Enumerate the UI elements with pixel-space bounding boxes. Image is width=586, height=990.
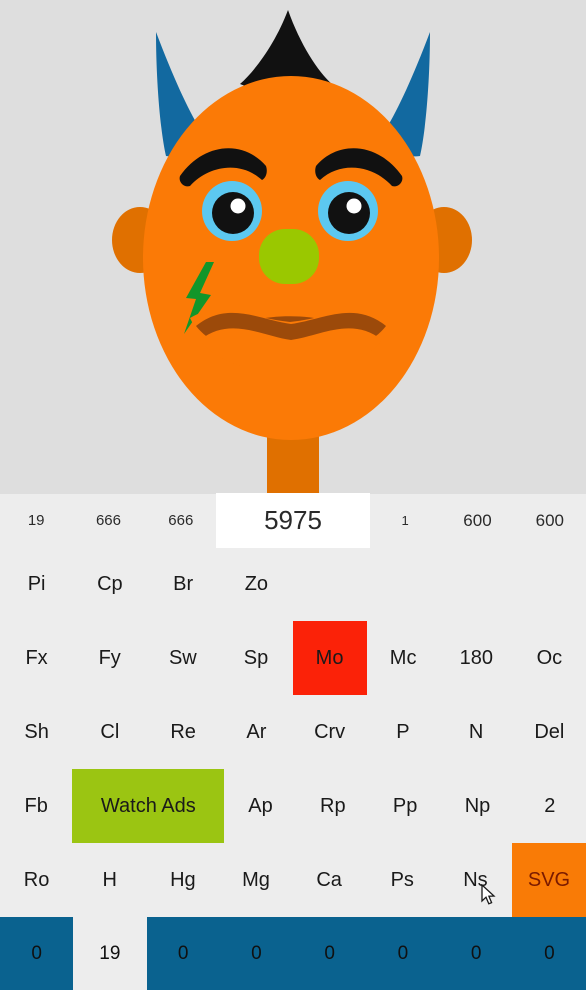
eye-left-pupil	[212, 192, 254, 234]
button-pp[interactable]: Pp	[369, 769, 441, 843]
avatar-canvas[interactable]	[0, 0, 586, 494]
button-sp[interactable]: Sp	[219, 621, 292, 695]
value-cell-5[interactable]: 600	[441, 494, 513, 547]
angry-monster-face-icon	[112, 10, 472, 494]
bottom-cell-6[interactable]: 0	[439, 917, 513, 990]
button-re[interactable]: Re	[147, 695, 220, 769]
control-panel: 19 666 666 5975 1 600 600 Pi Cp Br Zo Fx…	[0, 494, 586, 917]
button-zo[interactable]: Zo	[220, 547, 293, 621]
value-cell-1[interactable]: 666	[72, 494, 144, 547]
button-180[interactable]: 180	[440, 621, 513, 695]
button-fx[interactable]: Fx	[0, 621, 73, 695]
button-2[interactable]: 2	[514, 769, 586, 843]
row-pi: Pi Cp Br Zo	[0, 547, 586, 621]
bottom-status-bar: 0 19 0 0 0 0 0 0	[0, 917, 586, 990]
eye-right-highlight	[346, 198, 362, 214]
button-rp[interactable]: Rp	[297, 769, 369, 843]
button-crv[interactable]: Crv	[293, 695, 366, 769]
button-fy[interactable]: Fy	[73, 621, 146, 695]
main-value-input[interactable]: 5975	[216, 494, 369, 547]
button-del[interactable]: Del	[513, 695, 586, 769]
bottom-cell-5[interactable]: 0	[366, 917, 440, 990]
svg-button[interactable]: SVG	[511, 843, 586, 917]
button-sh[interactable]: Sh	[0, 695, 73, 769]
button-np[interactable]: Np	[441, 769, 513, 843]
button-fb[interactable]: Fb	[0, 769, 72, 843]
button-ps[interactable]: Ps	[366, 843, 439, 917]
button-ap[interactable]: Ap	[224, 769, 296, 843]
bottom-cell-4[interactable]: 0	[293, 917, 367, 990]
app-root: 19 666 666 5975 1 600 600 Pi Cp Br Zo Fx…	[0, 0, 586, 990]
button-ca[interactable]: Ca	[293, 843, 366, 917]
button-cp[interactable]: Cp	[73, 547, 146, 621]
button-ro[interactable]: Ro	[0, 843, 73, 917]
button-p[interactable]: P	[366, 695, 439, 769]
eye-right-pupil	[328, 192, 370, 234]
button-mg[interactable]: Mg	[219, 843, 292, 917]
bottom-cell-1[interactable]: 19	[73, 917, 147, 990]
bottom-cell-2[interactable]: 0	[146, 917, 220, 990]
value-row: 19 666 666 5975 1 600 600	[0, 494, 586, 547]
button-ar[interactable]: Ar	[220, 695, 293, 769]
button-hg[interactable]: Hg	[146, 843, 219, 917]
button-ns[interactable]: Ns	[439, 843, 512, 917]
bottom-cell-3[interactable]: 0	[219, 917, 293, 990]
button-h[interactable]: H	[73, 843, 146, 917]
bottom-cell-7[interactable]: 0	[512, 917, 586, 990]
row-fx: Fx Fy Sw Sp Mo Mc 180 Oc	[0, 621, 586, 695]
eye-left-highlight	[230, 198, 246, 214]
button-pi[interactable]: Pi	[0, 547, 73, 621]
row-ro: Ro H Hg Mg Ca Ps Ns SVG	[0, 843, 586, 917]
button-mo[interactable]: Mo	[292, 621, 367, 695]
bottom-cell-0[interactable]: 0	[0, 917, 74, 990]
row-pi-spacer-5	[366, 547, 439, 621]
button-br[interactable]: Br	[147, 547, 220, 621]
value-cell-4[interactable]: 1	[369, 494, 441, 547]
button-mc[interactable]: Mc	[367, 621, 440, 695]
value-cell-2[interactable]: 666	[145, 494, 217, 547]
row-pi-spacer-7	[513, 547, 586, 621]
row-fb: Fb Watch Ads Ap Rp Pp Np 2	[0, 769, 586, 843]
nose-shape	[259, 229, 319, 284]
row-pi-spacer-4	[293, 547, 366, 621]
button-n[interactable]: N	[440, 695, 513, 769]
button-oc[interactable]: Oc	[513, 621, 586, 695]
row-pi-spacer-6	[440, 547, 513, 621]
watch-ads-button[interactable]: Watch Ads	[72, 769, 225, 843]
row-sh: Sh Cl Re Ar Crv P N Del	[0, 695, 586, 769]
value-cell-0[interactable]: 19	[0, 494, 72, 547]
value-cell-6[interactable]: 600	[514, 494, 586, 547]
button-cl[interactable]: Cl	[73, 695, 146, 769]
button-sw[interactable]: Sw	[146, 621, 219, 695]
